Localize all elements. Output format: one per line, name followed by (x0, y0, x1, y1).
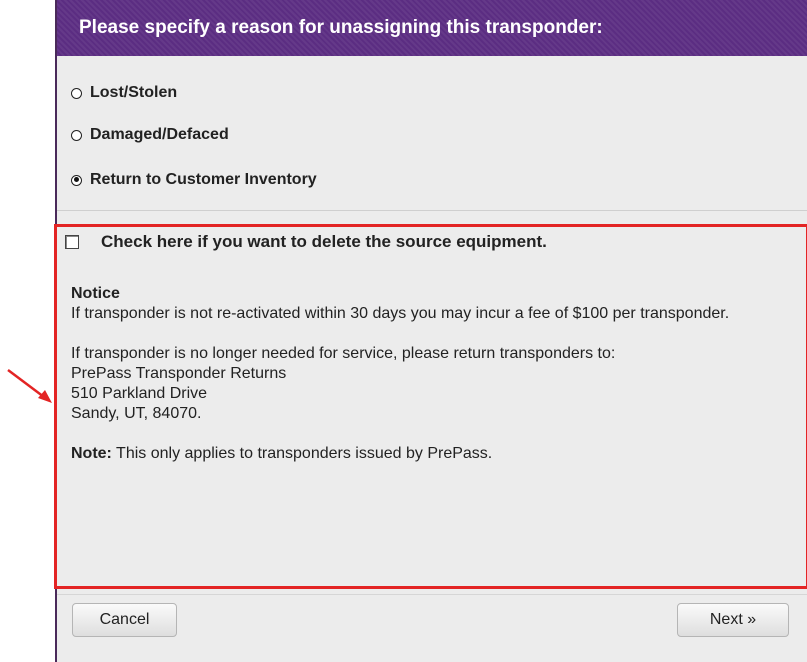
footer-divider (57, 594, 807, 595)
red-arrow-annotation (7, 369, 52, 403)
address-line-1: PrePass Transponder Returns (71, 365, 287, 382)
notice-fee-text: If transponder is not re-activated withi… (71, 305, 730, 322)
reason-label: Return to Customer Inventory (90, 171, 317, 188)
notice-section: Notice If transponder is not re-activate… (71, 284, 791, 464)
delete-checkbox[interactable] (65, 235, 79, 249)
reason-damaged-defaced[interactable]: Damaged/Defaced (71, 126, 229, 144)
radio-selected-icon[interactable] (71, 174, 82, 186)
next-button[interactable]: Next » (677, 603, 789, 637)
reason-return-to-inventory[interactable]: Return to Customer Inventory (71, 171, 317, 189)
delete-checkbox-label: Check here if you want to delete the sou… (101, 232, 547, 251)
note-text: This only applies to transponders issued… (111, 445, 493, 462)
dialog-title: Please specify a reason for unassigning … (57, 0, 807, 56)
unassign-dialog: Please specify a reason for unassigning … (54, 0, 807, 662)
radio-icon[interactable] (71, 87, 82, 99)
address-line-2: 510 Parkland Drive (71, 385, 208, 402)
notice-return-text: If transponder is no longer needed for s… (71, 345, 616, 362)
note-label: Note: (71, 445, 112, 462)
reason-label: Lost/Stolen (90, 84, 178, 101)
radio-icon[interactable] (71, 129, 82, 141)
note-line: Note: This only applies to transponders … (71, 444, 791, 464)
address-line-3: Sandy, UT, 84070. (71, 405, 202, 422)
cancel-button[interactable]: Cancel (72, 603, 177, 637)
section-divider (57, 210, 807, 211)
delete-equipment-option[interactable]: Check here if you want to delete the sou… (65, 232, 547, 252)
reason-lost-stolen[interactable]: Lost/Stolen (71, 84, 177, 102)
reason-label: Damaged/Defaced (90, 126, 229, 143)
notice-title: Notice (71, 285, 120, 302)
